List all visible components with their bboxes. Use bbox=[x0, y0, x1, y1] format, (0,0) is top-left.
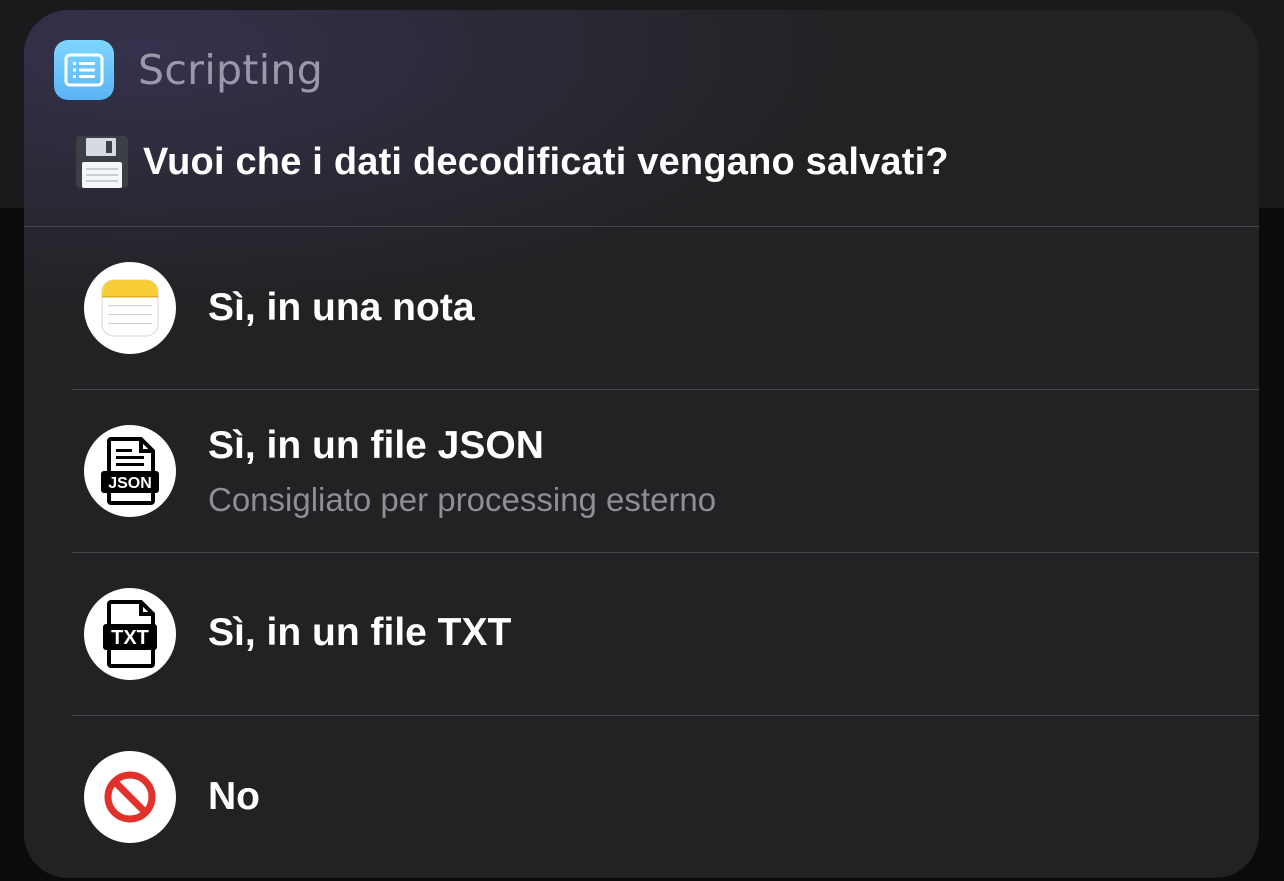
notes-app-icon bbox=[84, 262, 176, 354]
option-json-subtitle: Consigliato per processing esterno bbox=[208, 481, 717, 518]
option-note[interactable]: Sì, in una nota bbox=[24, 227, 1259, 389]
json-icon-text: JSON bbox=[108, 475, 152, 492]
prohibited-icon bbox=[84, 751, 176, 843]
option-no[interactable]: No bbox=[24, 716, 1259, 878]
txt-icon-text: TXT bbox=[111, 627, 149, 649]
option-txt[interactable]: TXT Sì, in un file TXT bbox=[24, 553, 1259, 715]
option-txt-label: Sì, in un file TXT bbox=[208, 611, 512, 654]
option-no-label: No bbox=[208, 775, 260, 818]
app-name: Scripting bbox=[138, 46, 324, 94]
json-file-icon: JSON bbox=[84, 425, 176, 517]
menu-header: Scripting Vuoi che i dati decodificati v… bbox=[24, 10, 1259, 226]
txt-file-icon: TXT bbox=[84, 588, 176, 680]
floppy-disk-icon bbox=[74, 134, 130, 190]
option-json[interactable]: JSON Sì, in un file JSON Consigliato per… bbox=[24, 390, 1259, 552]
option-note-label: Sì, in una nota bbox=[208, 286, 475, 329]
prompt-title: Vuoi che i dati decodificati vengano sal… bbox=[143, 141, 949, 183]
option-json-label: Sì, in un file JSON bbox=[208, 424, 544, 467]
scripting-list-icon bbox=[54, 40, 114, 100]
choose-from-menu-panel: Scripting Vuoi che i dati decodificati v… bbox=[24, 10, 1259, 878]
